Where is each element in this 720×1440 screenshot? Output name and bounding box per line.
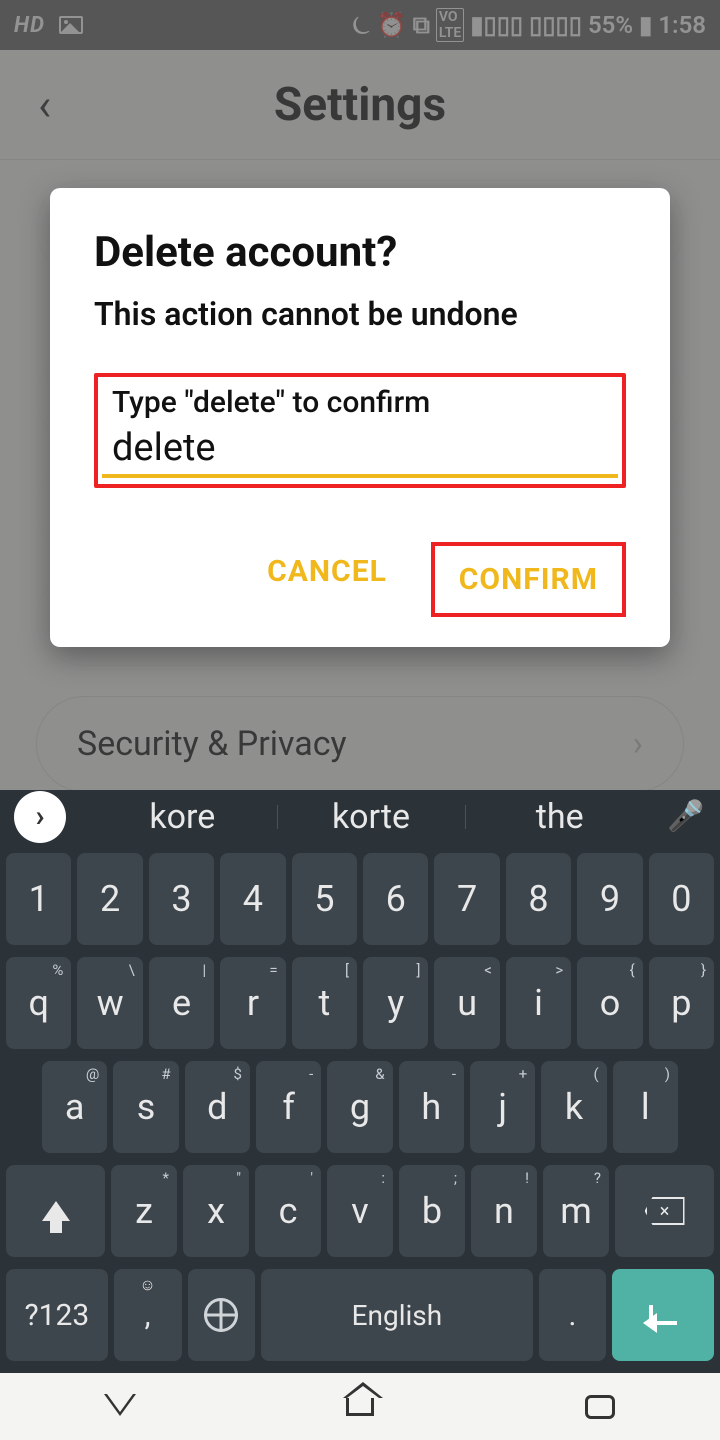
key-t[interactable]: t[ [292, 957, 357, 1049]
key-d[interactable]: d$ [185, 1061, 250, 1153]
key-o[interactable]: o{ [577, 957, 642, 1049]
key-u[interactable]: u< [434, 957, 499, 1049]
key-1[interactable]: 1 [6, 853, 71, 945]
backspace-key[interactable]: × [615, 1165, 714, 1257]
key-4[interactable]: 4 [220, 853, 285, 945]
system-nav-bar [0, 1373, 720, 1440]
mic-icon[interactable]: 🎤 [666, 799, 706, 834]
nav-back-button[interactable] [103, 1392, 137, 1422]
key-5[interactable]: 5 [292, 853, 357, 945]
key-w[interactable]: w\ [77, 957, 142, 1049]
key-p[interactable]: p} [649, 957, 714, 1049]
enter-key[interactable] [612, 1269, 714, 1361]
key-0[interactable]: 0 [649, 853, 714, 945]
key-y[interactable]: y] [363, 957, 428, 1049]
cancel-button[interactable]: CANCEL [247, 542, 407, 617]
key-l[interactable]: l) [613, 1061, 678, 1153]
key-n[interactable]: n! [471, 1165, 537, 1257]
key-h[interactable]: h- [399, 1061, 464, 1153]
shift-key[interactable] [6, 1165, 105, 1257]
dialog-subtitle: This action cannot be undone [94, 295, 626, 333]
enter-icon [649, 1305, 677, 1325]
nav-recent-button[interactable] [583, 1392, 617, 1422]
period-key[interactable]: . [539, 1269, 607, 1361]
backspace-icon: × [645, 1197, 685, 1225]
key-v[interactable]: v: [327, 1165, 393, 1257]
key-7[interactable]: 7 [434, 853, 499, 945]
key-k[interactable]: k( [541, 1061, 606, 1153]
suggestion-row: › kore korte the 🎤 [0, 790, 720, 843]
key-i[interactable]: i> [506, 957, 571, 1049]
suggestion-2[interactable]: korte [277, 797, 466, 837]
confirm-button[interactable]: CONFIRM [439, 550, 618, 609]
key-r[interactable]: r= [220, 957, 285, 1049]
key-s[interactable]: s# [113, 1061, 178, 1153]
key-g[interactable]: g& [327, 1061, 392, 1153]
key-q[interactable]: q% [6, 957, 71, 1049]
confirm-input-wrapper[interactable]: Type "delete" to confirm [94, 373, 626, 488]
key-j[interactable]: j+ [470, 1061, 535, 1153]
key-e[interactable]: e| [149, 957, 214, 1049]
soft-keyboard: › kore korte the 🎤 1234567890 q%w\e|r=t[… [0, 790, 720, 1373]
key-b[interactable]: b; [399, 1165, 465, 1257]
key-m[interactable]: m? [543, 1165, 609, 1257]
key-c[interactable]: c' [255, 1165, 321, 1257]
delete-account-dialog: Delete account? This action cannot be un… [50, 188, 670, 647]
symbols-key[interactable]: ?123 [6, 1269, 108, 1361]
confirm-input[interactable] [112, 420, 608, 484]
expand-suggestions-button[interactable]: › [14, 791, 66, 843]
key-2[interactable]: 2 [77, 853, 142, 945]
space-key[interactable]: English [261, 1269, 532, 1361]
key-a[interactable]: a@ [42, 1061, 107, 1153]
confirm-button-highlight: CONFIRM [431, 542, 626, 617]
suggestion-3[interactable]: the [465, 797, 654, 837]
key-f[interactable]: f- [256, 1061, 321, 1153]
emoji-comma-key[interactable]: ☺ , [114, 1269, 182, 1361]
key-9[interactable]: 9 [577, 853, 642, 945]
key-x[interactable]: x" [183, 1165, 249, 1257]
key-z[interactable]: z* [111, 1165, 177, 1257]
dialog-title: Delete account? [94, 228, 626, 277]
suggestion-1[interactable]: kore [88, 797, 277, 837]
language-key[interactable] [188, 1269, 256, 1361]
nav-home-button[interactable] [343, 1392, 377, 1422]
input-label: Type "delete" to confirm [112, 385, 608, 420]
globe-icon [204, 1298, 238, 1332]
key-3[interactable]: 3 [149, 853, 214, 945]
key-8[interactable]: 8 [506, 853, 571, 945]
key-6[interactable]: 6 [363, 853, 428, 945]
